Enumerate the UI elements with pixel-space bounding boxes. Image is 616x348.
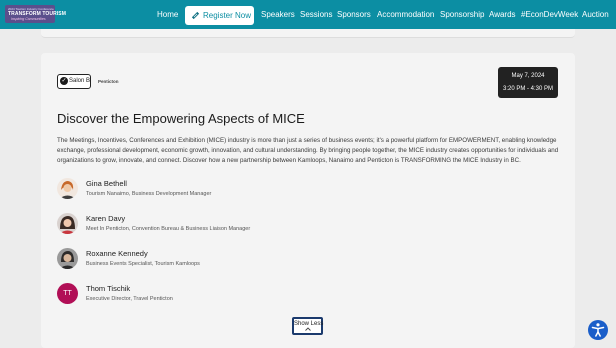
session-datetime-box: May 7, 2024 3:20 PM - 4:30 PM xyxy=(498,67,558,98)
show-less-button[interactable]: Show Less xyxy=(292,317,323,335)
speaker-item[interactable]: Karen Davy Meet In Penticton, Convention… xyxy=(57,213,357,235)
nav-econdevweek[interactable]: #EconDevWeek xyxy=(521,0,578,29)
speaker-name: Thom Tischik xyxy=(86,284,131,293)
accessibility-button[interactable] xyxy=(588,320,608,340)
speaker-name: Karen Davy xyxy=(86,214,126,223)
speaker-role: Meet In Penticton, Convention Bureau & B… xyxy=(86,226,251,232)
nav-sponsors[interactable]: Sponsors xyxy=(337,0,371,29)
nav-sessions[interactable]: Sessions xyxy=(300,0,332,29)
previous-session-card xyxy=(41,29,575,38)
register-now-button[interactable]: Register Now xyxy=(185,6,254,25)
room-label: Salon B xyxy=(69,78,91,84)
speaker-item[interactable]: TT Thom Tischik Executive Director, Trav… xyxy=(57,283,357,305)
conference-logo[interactable]: 2024 Tourism Industry Conference TRANSFO… xyxy=(5,5,66,23)
logo-subtitle: Inspiring Communities xyxy=(11,17,46,21)
chevron-up-icon xyxy=(294,327,321,333)
speaker-role: Executive Director, Travel Penticton xyxy=(86,296,173,302)
nav-awards[interactable]: Awards xyxy=(489,0,516,29)
speaker-role: Business Events Specialist, Tourism Kaml… xyxy=(86,261,200,267)
accessibility-icon xyxy=(591,323,605,337)
nav-sponsorship[interactable]: Sponsorship xyxy=(440,0,484,29)
nav-auction[interactable]: Auction xyxy=(582,0,609,29)
speaker-name: Gina Bethell xyxy=(86,179,127,188)
session-description: The Meetings, Incentives, Conferences an… xyxy=(57,137,559,164)
avatar xyxy=(57,213,78,234)
register-now-label: Register Now xyxy=(203,11,252,20)
room-badge: ✓ Salon B xyxy=(57,74,91,89)
session-card: ✓ Salon B Penticton May 7, 2024 3:20 PM … xyxy=(41,53,575,348)
nav-speakers[interactable]: Speakers xyxy=(261,0,295,29)
session-time: 3:20 PM - 4:30 PM xyxy=(502,86,554,92)
avatar-initials: TT xyxy=(57,283,78,304)
speaker-item[interactable]: Roxanne Kennedy Business Events Speciali… xyxy=(57,248,357,270)
nav-home[interactable]: Home xyxy=(157,0,178,29)
top-navigation-bar: 2024 Tourism Industry Conference TRANSFO… xyxy=(0,0,616,29)
speaker-item[interactable]: Gina Bethell Tourism Nanaimo, Business D… xyxy=(57,178,357,200)
avatar xyxy=(57,248,78,269)
speaker-role: Tourism Nanaimo, Business Development Ma… xyxy=(86,191,212,197)
speaker-name: Roxanne Kennedy xyxy=(86,249,148,258)
check-circle-icon: ✓ xyxy=(60,77,68,85)
ticket-icon xyxy=(191,6,200,25)
nav-accommodation[interactable]: Accommodation xyxy=(377,0,434,29)
session-title: Discover the Empowering Aspects of MICE xyxy=(57,111,305,126)
avatar xyxy=(57,178,78,199)
partner-logo: Penticton xyxy=(98,79,119,84)
session-date: May 7, 2024 xyxy=(511,73,545,79)
